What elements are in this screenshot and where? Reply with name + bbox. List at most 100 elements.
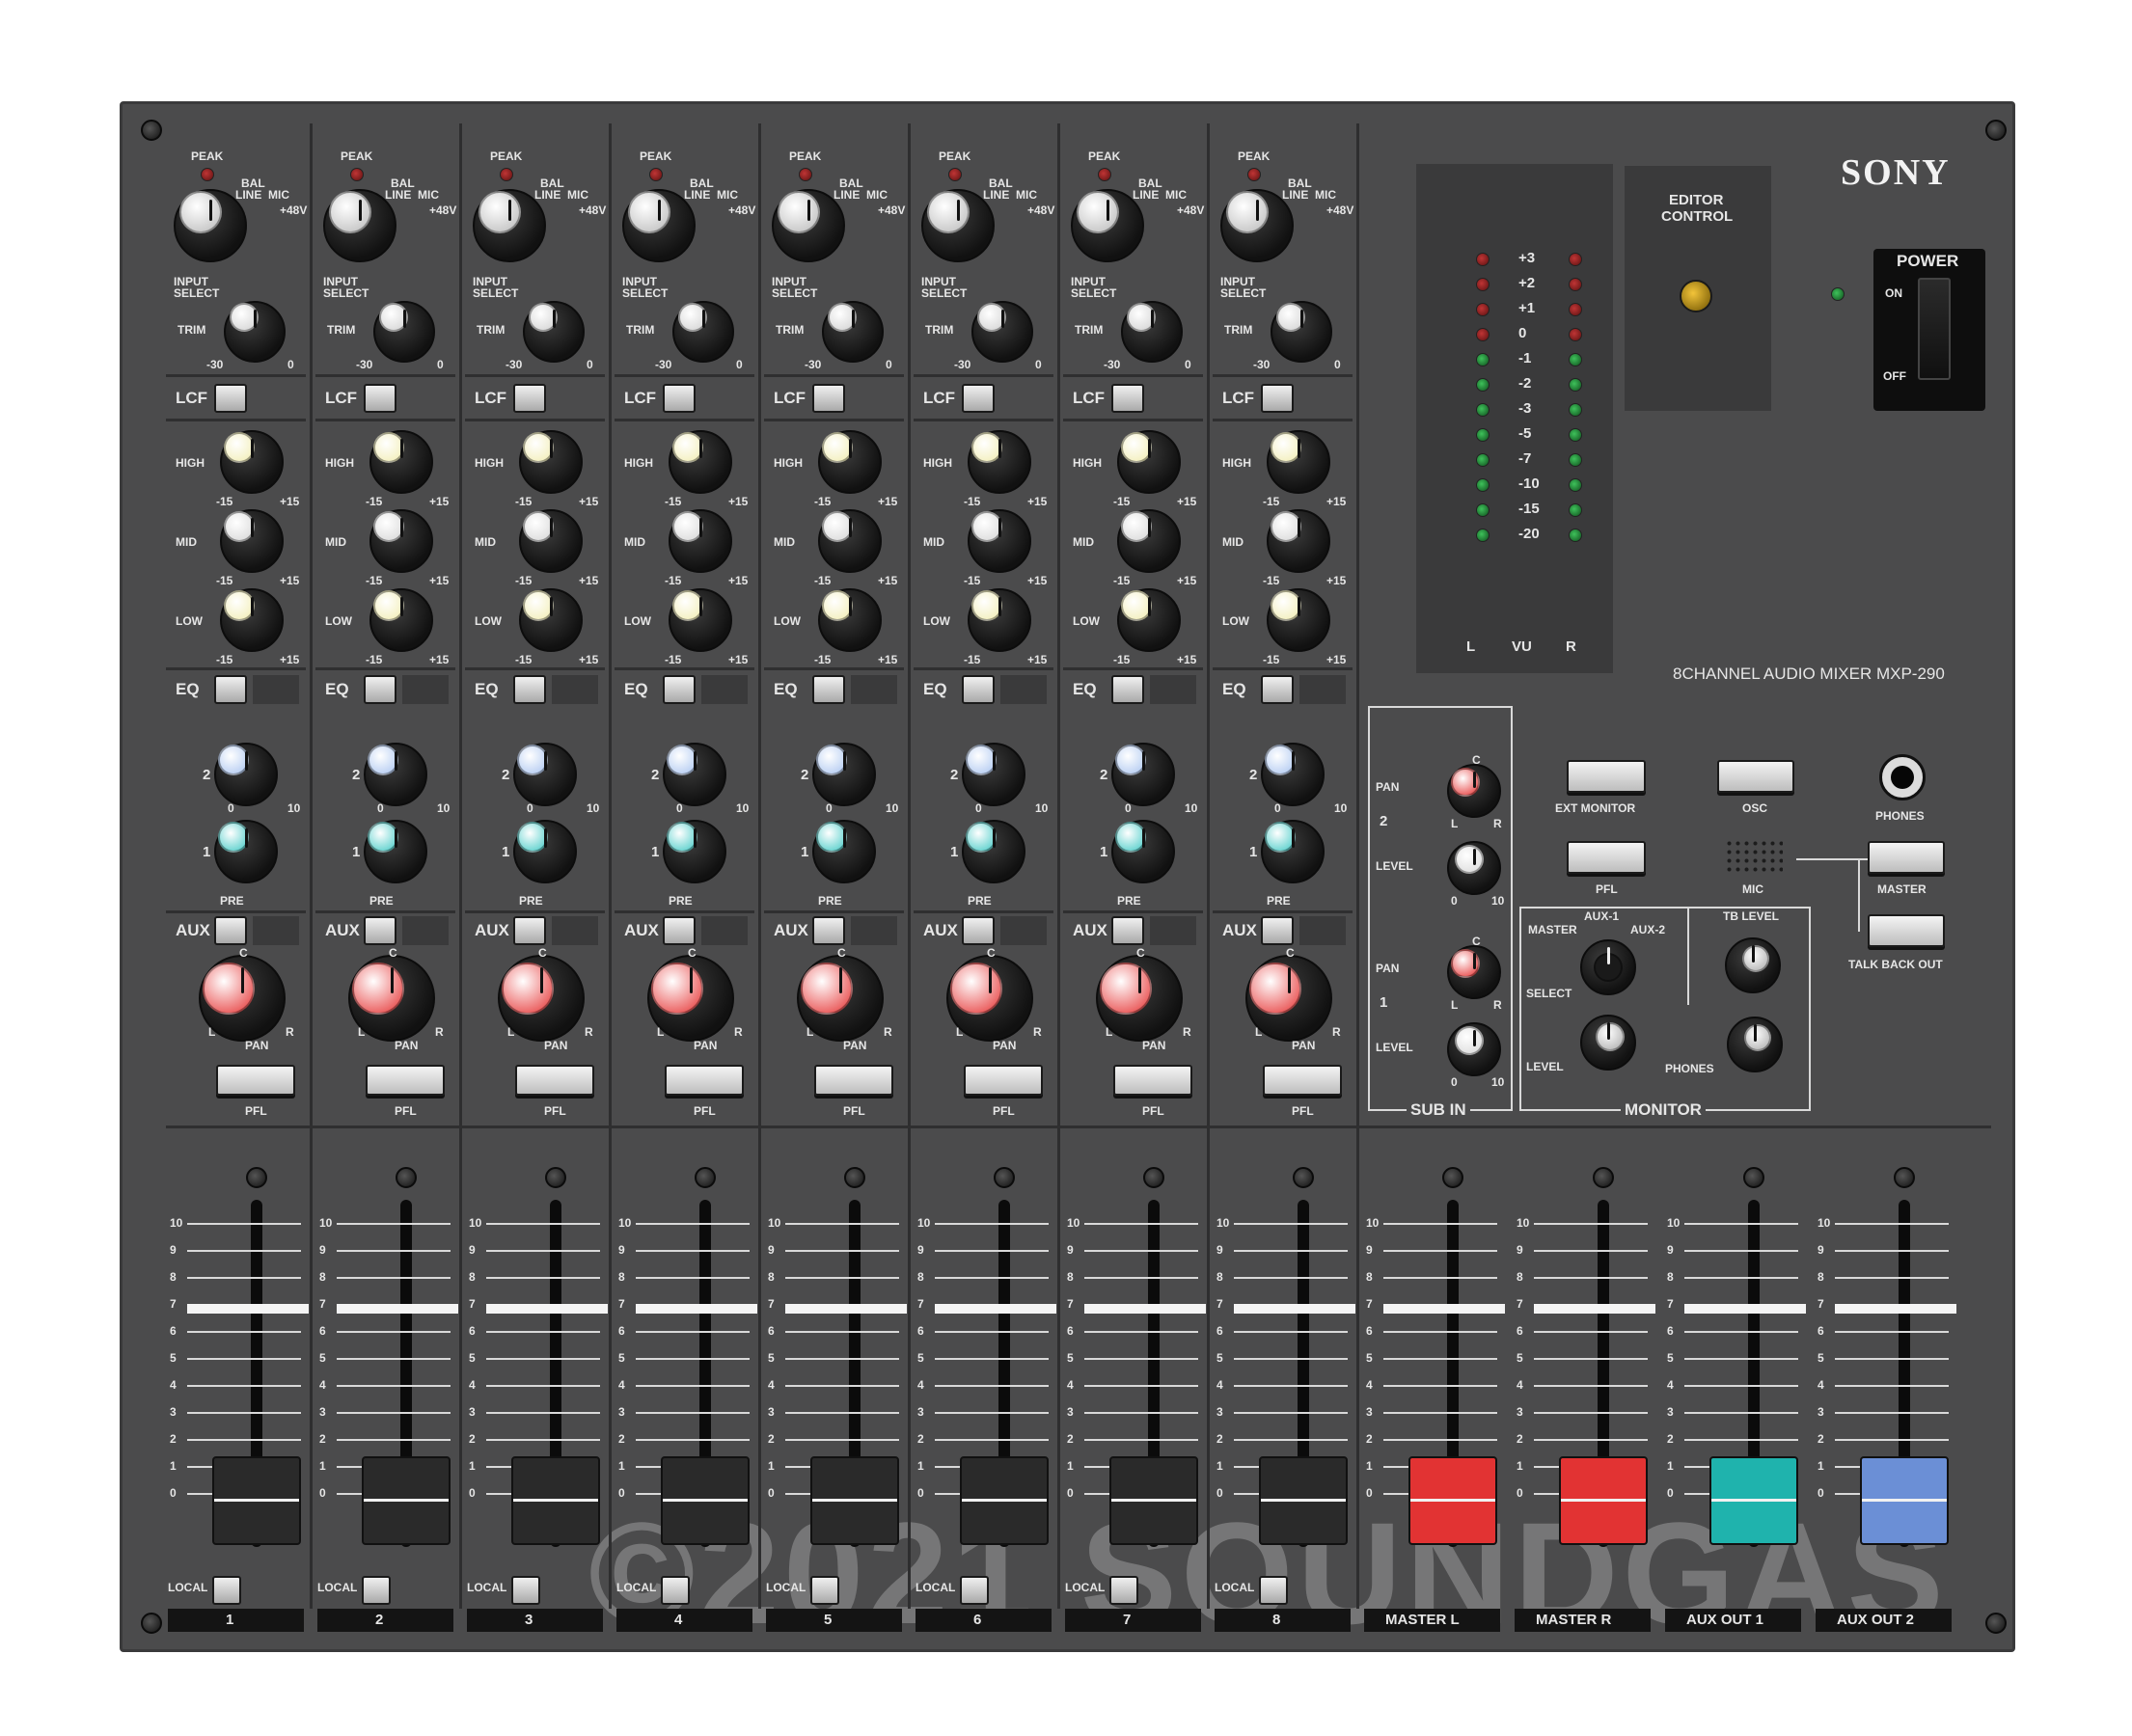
- channel-pfl-button[interactable]: [1113, 1065, 1192, 1096]
- eq-button[interactable]: [214, 675, 247, 704]
- local-button[interactable]: [960, 1576, 989, 1605]
- local-button[interactable]: [212, 1576, 241, 1605]
- local-button[interactable]: [1259, 1576, 1288, 1605]
- local-button[interactable]: [362, 1576, 391, 1605]
- eq-low-knob[interactable]: [369, 588, 433, 652]
- eq-high-knob[interactable]: [968, 430, 1031, 494]
- input-select-knob[interactable]: [921, 189, 995, 262]
- aux2-knob[interactable]: [364, 743, 427, 806]
- aux-pre-button[interactable]: [513, 916, 546, 945]
- aux-pre-button[interactable]: [812, 916, 845, 945]
- channel-fader-knob[interactable]: [511, 1456, 600, 1545]
- eq-low-knob[interactable]: [968, 588, 1031, 652]
- eq-button[interactable]: [1111, 675, 1144, 704]
- eq-button[interactable]: [663, 675, 696, 704]
- power-switch[interactable]: [1918, 278, 1951, 380]
- lcf-button[interactable]: [1111, 384, 1144, 413]
- aux1-knob[interactable]: [214, 820, 278, 883]
- aux2-knob[interactable]: [663, 743, 726, 806]
- aux-pre-button[interactable]: [214, 916, 247, 945]
- master-fader-knob[interactable]: [1408, 1456, 1497, 1545]
- aux-pre-button[interactable]: [962, 916, 995, 945]
- local-button[interactable]: [810, 1576, 839, 1605]
- aux-pre-button[interactable]: [663, 916, 696, 945]
- channel-fader-knob[interactable]: [1109, 1456, 1198, 1545]
- sub-in-pan-knob[interactable]: [1447, 945, 1501, 999]
- eq-high-knob[interactable]: [369, 430, 433, 494]
- eq-mid-knob[interactable]: [1117, 509, 1181, 573]
- eq-low-knob[interactable]: [669, 588, 732, 652]
- eq-high-knob[interactable]: [1117, 430, 1181, 494]
- channel-fader-knob[interactable]: [1259, 1456, 1348, 1545]
- input-select-knob[interactable]: [1071, 189, 1144, 262]
- aux1-knob[interactable]: [663, 820, 726, 883]
- tb-level-knob[interactable]: [1725, 937, 1781, 993]
- aux2-knob[interactable]: [812, 743, 876, 806]
- master-fader-knob[interactable]: [1860, 1456, 1949, 1545]
- aux2-knob[interactable]: [513, 743, 577, 806]
- eq-mid-knob[interactable]: [220, 509, 284, 573]
- aux1-knob[interactable]: [962, 820, 1025, 883]
- talk-back-out-button[interactable]: [1868, 914, 1945, 947]
- eq-high-knob[interactable]: [1267, 430, 1330, 494]
- trim-knob[interactable]: [672, 301, 734, 363]
- input-select-knob[interactable]: [1220, 189, 1294, 262]
- master-fader-knob[interactable]: [1709, 1456, 1798, 1545]
- aux2-knob[interactable]: [962, 743, 1025, 806]
- aux1-knob[interactable]: [513, 820, 577, 883]
- channel-fader-knob[interactable]: [661, 1456, 750, 1545]
- lcf-button[interactable]: [812, 384, 845, 413]
- trim-knob[interactable]: [523, 301, 585, 363]
- aux1-knob[interactable]: [1111, 820, 1175, 883]
- eq-button[interactable]: [962, 675, 995, 704]
- trim-knob[interactable]: [1271, 301, 1332, 363]
- eq-button[interactable]: [812, 675, 845, 704]
- eq-low-knob[interactable]: [1267, 588, 1330, 652]
- trim-knob[interactable]: [373, 301, 435, 363]
- sub-in-level-knob[interactable]: [1447, 1022, 1501, 1076]
- local-button[interactable]: [511, 1576, 540, 1605]
- input-select-knob[interactable]: [772, 189, 845, 262]
- eq-mid-knob[interactable]: [818, 509, 882, 573]
- input-select-knob[interactable]: [174, 189, 247, 262]
- aux-pre-button[interactable]: [1261, 916, 1294, 945]
- trim-knob[interactable]: [224, 301, 286, 363]
- lcf-button[interactable]: [1261, 384, 1294, 413]
- channel-pfl-button[interactable]: [216, 1065, 295, 1096]
- sub-in-pan-knob[interactable]: [1447, 764, 1501, 818]
- aux1-knob[interactable]: [1261, 820, 1325, 883]
- monitor-select-knob[interactable]: [1580, 939, 1636, 995]
- talkback-master-button[interactable]: [1868, 841, 1945, 874]
- local-button[interactable]: [661, 1576, 690, 1605]
- channel-fader-knob[interactable]: [960, 1456, 1049, 1545]
- phones-level-knob[interactable]: [1727, 1017, 1783, 1072]
- eq-button[interactable]: [513, 675, 546, 704]
- channel-pfl-button[interactable]: [366, 1065, 445, 1096]
- eq-high-knob[interactable]: [519, 430, 583, 494]
- master-fader-knob[interactable]: [1559, 1456, 1648, 1545]
- channel-pfl-button[interactable]: [964, 1065, 1043, 1096]
- input-select-knob[interactable]: [323, 189, 396, 262]
- channel-pfl-button[interactable]: [515, 1065, 594, 1096]
- eq-mid-knob[interactable]: [968, 509, 1031, 573]
- lcf-button[interactable]: [364, 384, 396, 413]
- lcf-button[interactable]: [962, 384, 995, 413]
- eq-high-knob[interactable]: [220, 430, 284, 494]
- eq-mid-knob[interactable]: [519, 509, 583, 573]
- aux-pre-button[interactable]: [1111, 916, 1144, 945]
- osc-button[interactable]: [1717, 760, 1794, 793]
- lcf-button[interactable]: [663, 384, 696, 413]
- eq-low-knob[interactable]: [1117, 588, 1181, 652]
- lcf-button[interactable]: [214, 384, 247, 413]
- aux2-knob[interactable]: [214, 743, 278, 806]
- channel-pfl-button[interactable]: [1263, 1065, 1342, 1096]
- lcf-button[interactable]: [513, 384, 546, 413]
- channel-fader-knob[interactable]: [810, 1456, 899, 1545]
- eq-low-knob[interactable]: [519, 588, 583, 652]
- phones-jack-icon[interactable]: [1879, 754, 1926, 800]
- eq-button[interactable]: [1261, 675, 1294, 704]
- eq-low-knob[interactable]: [818, 588, 882, 652]
- input-select-knob[interactable]: [622, 189, 696, 262]
- sub-in-level-knob[interactable]: [1447, 841, 1501, 895]
- aux2-knob[interactable]: [1111, 743, 1175, 806]
